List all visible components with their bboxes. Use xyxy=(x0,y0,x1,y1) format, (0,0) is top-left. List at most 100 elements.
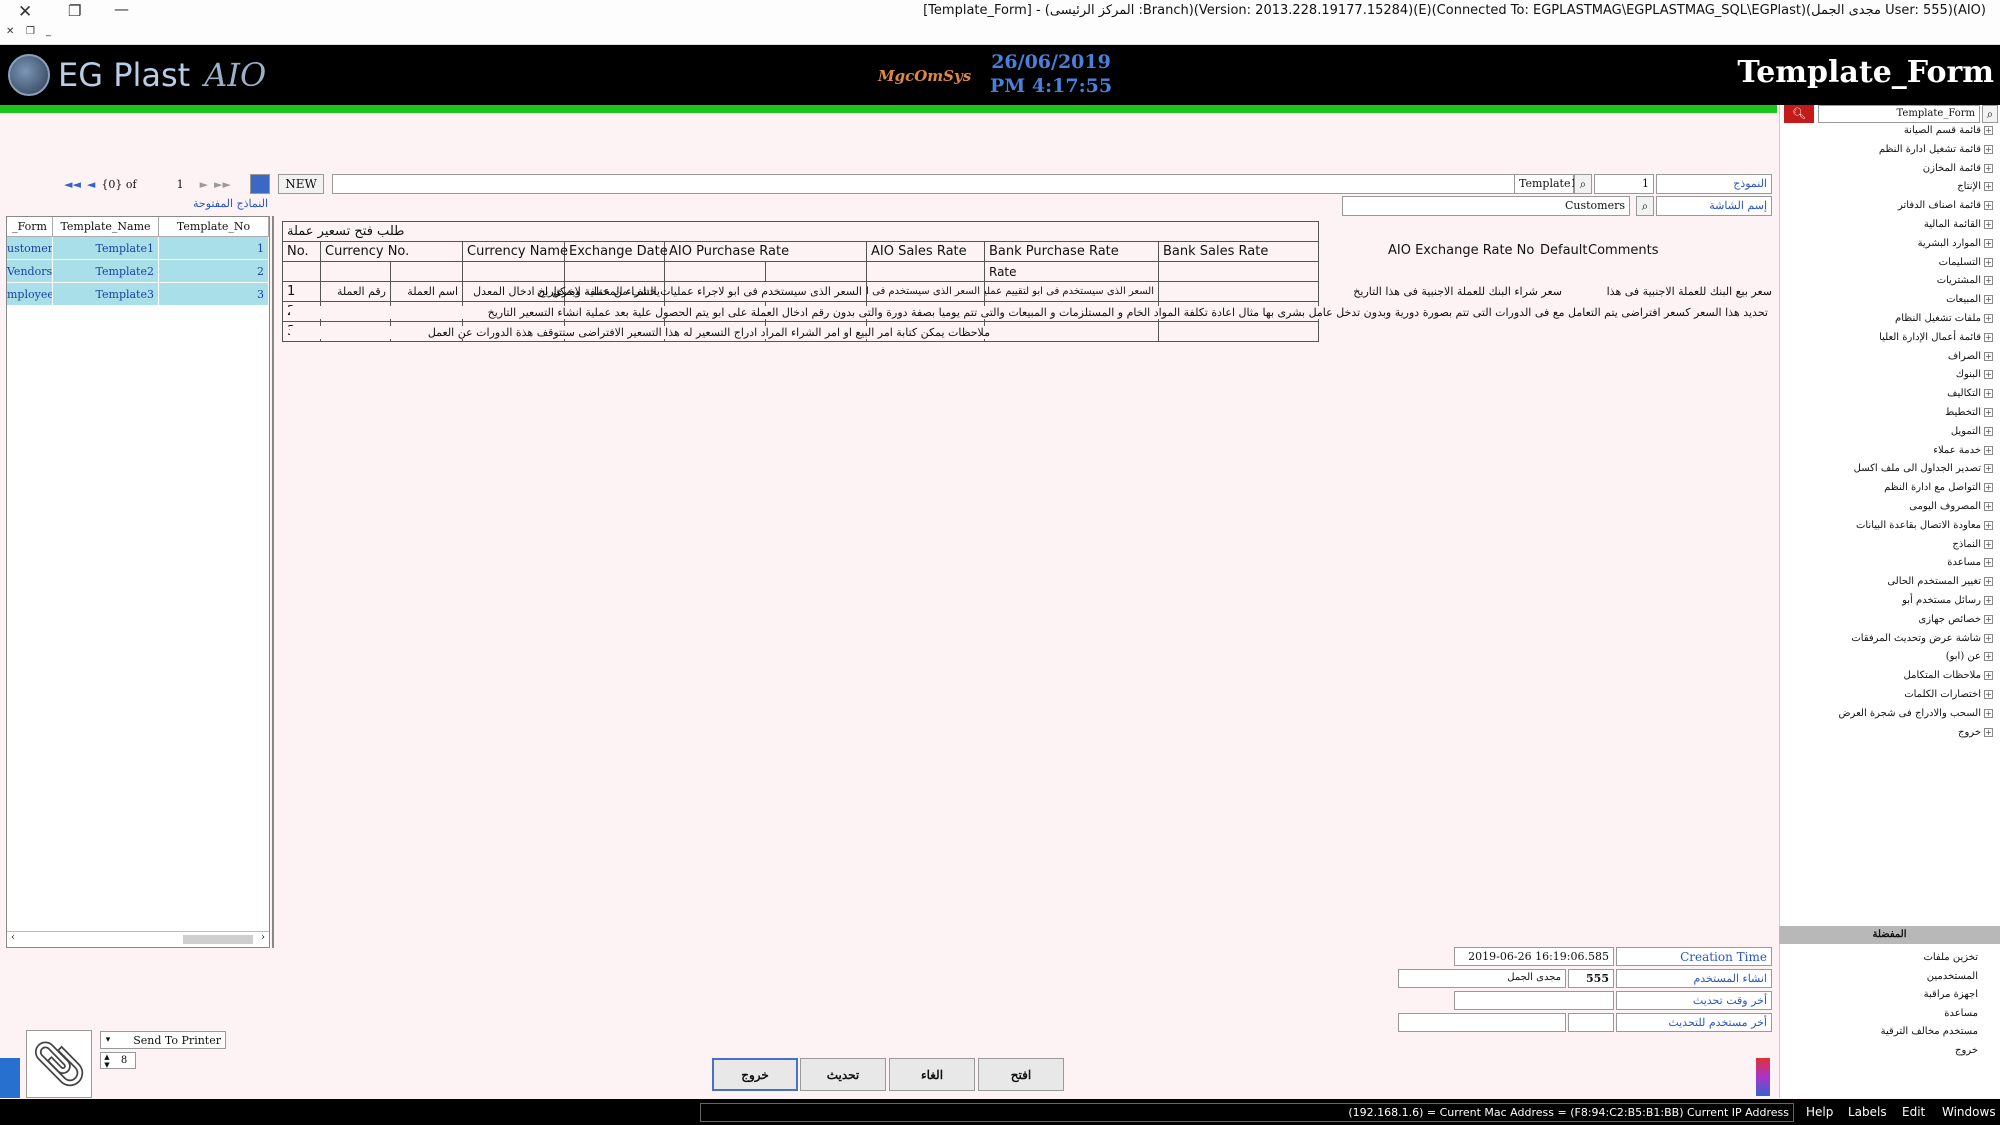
side-tab[interactable] xyxy=(0,1058,20,1098)
chevron-down-icon[interactable]: ▾ xyxy=(101,1035,115,1045)
menu-edit[interactable]: Edit xyxy=(1902,1105,1925,1119)
tree-item[interactable]: المبيعات + xyxy=(1946,294,1993,305)
expand-icon[interactable]: + xyxy=(1984,426,1993,436)
tree-item[interactable]: الإنتاج + xyxy=(1957,181,1993,192)
mdi-close-icon[interactable]: ✕ xyxy=(6,26,14,37)
expand-icon[interactable]: + xyxy=(1984,408,1993,417)
prev-record-icon[interactable]: ◄ xyxy=(87,178,95,191)
expand-icon[interactable]: + xyxy=(1984,539,1993,549)
scroll-right-icon[interactable]: › xyxy=(261,932,265,943)
tree-item[interactable]: اختصارات الكلمات + xyxy=(1904,689,1993,700)
expand-icon[interactable]: + xyxy=(1984,276,1993,286)
tree-item[interactable]: النماذج + xyxy=(1952,539,1993,550)
tree-item[interactable]: تصدير الجداول الى ملف اكسل + xyxy=(1854,463,1993,474)
paperclip-icon[interactable]: 📎︎ xyxy=(26,1030,92,1098)
minimize-window-icon[interactable]: — xyxy=(114,0,129,18)
tree-item[interactable]: التسليمات + xyxy=(1939,257,1993,268)
grid-toggle-icon[interactable] xyxy=(250,174,270,194)
stepper-arrows-icon[interactable]: ▲ ▼ xyxy=(101,1053,113,1069)
expand-icon[interactable]: + xyxy=(1984,690,1993,699)
favorite-item[interactable]: مستخدم مخالف الترقية xyxy=(1881,1026,1978,1037)
screen-name-field[interactable]: Customers xyxy=(1342,196,1630,216)
expand-icon[interactable]: + xyxy=(1984,220,1993,229)
expand-icon[interactable]: + xyxy=(1984,370,1993,380)
tree-item[interactable]: خصائص جهازى + xyxy=(1918,614,1993,625)
tree-item[interactable]: التكاليف + xyxy=(1947,388,1993,399)
templates-grid[interactable]: _Form Template_Name Template_No ustomers… xyxy=(6,216,270,948)
record-page[interactable]: 1 xyxy=(177,178,184,191)
expand-icon[interactable]: + xyxy=(1984,332,1993,342)
expand-icon[interactable]: + xyxy=(1984,614,1993,624)
expand-icon[interactable]: + xyxy=(1984,558,1993,568)
open-button[interactable]: افتح xyxy=(978,1058,1064,1091)
expand-icon[interactable]: + xyxy=(1984,596,1993,605)
print-option-select[interactable]: ▾ Send To Printer xyxy=(100,1031,226,1049)
expand-icon[interactable]: + xyxy=(1984,464,1993,474)
new-button[interactable]: NEW xyxy=(278,174,324,194)
tree-item[interactable]: تغيير المستخدم الحالى + xyxy=(1887,576,1993,587)
tree-item[interactable]: عن (ابو) + xyxy=(1946,651,1993,662)
expand-icon[interactable]: + xyxy=(1984,445,1993,455)
first-record-icon[interactable]: ◄◄ xyxy=(64,178,81,191)
expand-icon[interactable]: + xyxy=(1984,144,1993,154)
tree-item[interactable]: الصراف + xyxy=(1948,351,1993,362)
template-name-field[interactable]: Template1 xyxy=(1514,174,1577,194)
expand-icon[interactable]: + xyxy=(1984,257,1993,267)
favorite-item[interactable]: خروج xyxy=(1955,1045,1978,1056)
screen-search-icon[interactable]: ⌕ xyxy=(1636,196,1654,216)
sidebar-search-icon[interactable]: ⌕ xyxy=(1982,105,1998,123)
table-row[interactable]: ustomers Template1 1 xyxy=(7,237,269,260)
close-window-icon[interactable]: ✕ xyxy=(18,2,32,22)
tree-item[interactable]: السحب والادراج فى شجرة العرض + xyxy=(1838,708,1993,719)
table-row[interactable]: 1 رقم العملة اسم العملة تاريخ ادخال المع… xyxy=(282,281,1320,302)
tree-item[interactable]: المشتريات + xyxy=(1937,275,1993,286)
expand-icon[interactable]: + xyxy=(1984,633,1993,643)
expand-icon[interactable]: + xyxy=(1984,238,1993,248)
expand-icon[interactable]: + xyxy=(1984,295,1993,305)
cancel-button[interactable]: الغاء xyxy=(889,1058,975,1091)
tree-item[interactable]: رسائل مستخدم أبو + xyxy=(1902,595,1993,606)
tree-item[interactable]: التواصل مع ادارة النظم + xyxy=(1884,482,1993,493)
tree-item[interactable]: قائمة أعمال الإدارة العليا + xyxy=(1879,332,1993,343)
template-search-icon[interactable]: ⌕ xyxy=(1574,174,1592,194)
favorite-item[interactable]: مساعدة xyxy=(1944,1008,1978,1019)
mdi-minimize-icon[interactable]: _ xyxy=(46,26,51,37)
grid-header-no[interactable]: Template_No xyxy=(159,217,269,236)
menu-windows[interactable]: Windows xyxy=(1942,1105,1996,1119)
grid-header-form[interactable]: _Form xyxy=(7,217,53,236)
expand-icon[interactable]: + xyxy=(1984,314,1993,323)
expand-icon[interactable]: + xyxy=(1984,201,1993,211)
expand-icon[interactable]: + xyxy=(1984,671,1993,681)
tree-item[interactable]: ملاحظات المتكامل + xyxy=(1904,670,1993,681)
tree-item[interactable]: التخطيط + xyxy=(1945,407,1993,418)
expand-icon[interactable]: + xyxy=(1984,483,1993,493)
expand-icon[interactable]: + xyxy=(1984,126,1993,135)
tree-item[interactable]: القائمة المالية + xyxy=(1924,219,1993,230)
expand-icon[interactable]: + xyxy=(1984,351,1993,361)
template-no-field[interactable]: 1 xyxy=(1594,174,1654,194)
next-record-icon[interactable]: ► xyxy=(200,178,208,191)
tree-item[interactable]: قائمة قسم الصيانة + xyxy=(1904,125,1993,136)
expand-icon[interactable]: + xyxy=(1984,502,1993,511)
tree-item[interactable]: التمويل + xyxy=(1951,426,1993,437)
expand-icon[interactable]: + xyxy=(1984,577,1993,587)
tree-item[interactable]: قائمة اصناف الدفاتر + xyxy=(1898,200,1993,211)
tree-item[interactable]: خدمة عملاء + xyxy=(1933,445,1993,456)
scroll-thumb[interactable] xyxy=(183,935,253,944)
expand-icon[interactable]: + xyxy=(1984,163,1993,173)
tree-item[interactable]: خروج + xyxy=(1958,727,1993,738)
tree-item[interactable]: شاشة عرض وتحديث المرفقات + xyxy=(1851,633,1993,644)
tree-item[interactable]: قائمة تشغيل ادارة النظم + xyxy=(1879,144,1993,155)
grid-header-name[interactable]: Template_Name xyxy=(53,217,159,236)
scroll-left-icon[interactable]: ‹ xyxy=(11,932,15,943)
favorite-item[interactable]: اجهزة مراقبة xyxy=(1924,989,1978,1000)
expand-icon[interactable]: + xyxy=(1984,708,1993,718)
tree-item[interactable]: المصروف اليومى + xyxy=(1909,501,1993,512)
table-row[interactable]: mployee Template3 3 xyxy=(7,283,269,306)
tree-item[interactable]: معاودة الاتصال بقاعدة البيانات + xyxy=(1856,520,1993,531)
expand-icon[interactable]: + xyxy=(1984,727,1993,737)
menu-help[interactable]: Help xyxy=(1806,1105,1833,1119)
expand-icon[interactable]: + xyxy=(1984,520,1993,530)
favorite-item[interactable]: تخزين ملفات xyxy=(1923,952,1978,963)
last-record-icon[interactable]: ►► xyxy=(214,178,231,191)
